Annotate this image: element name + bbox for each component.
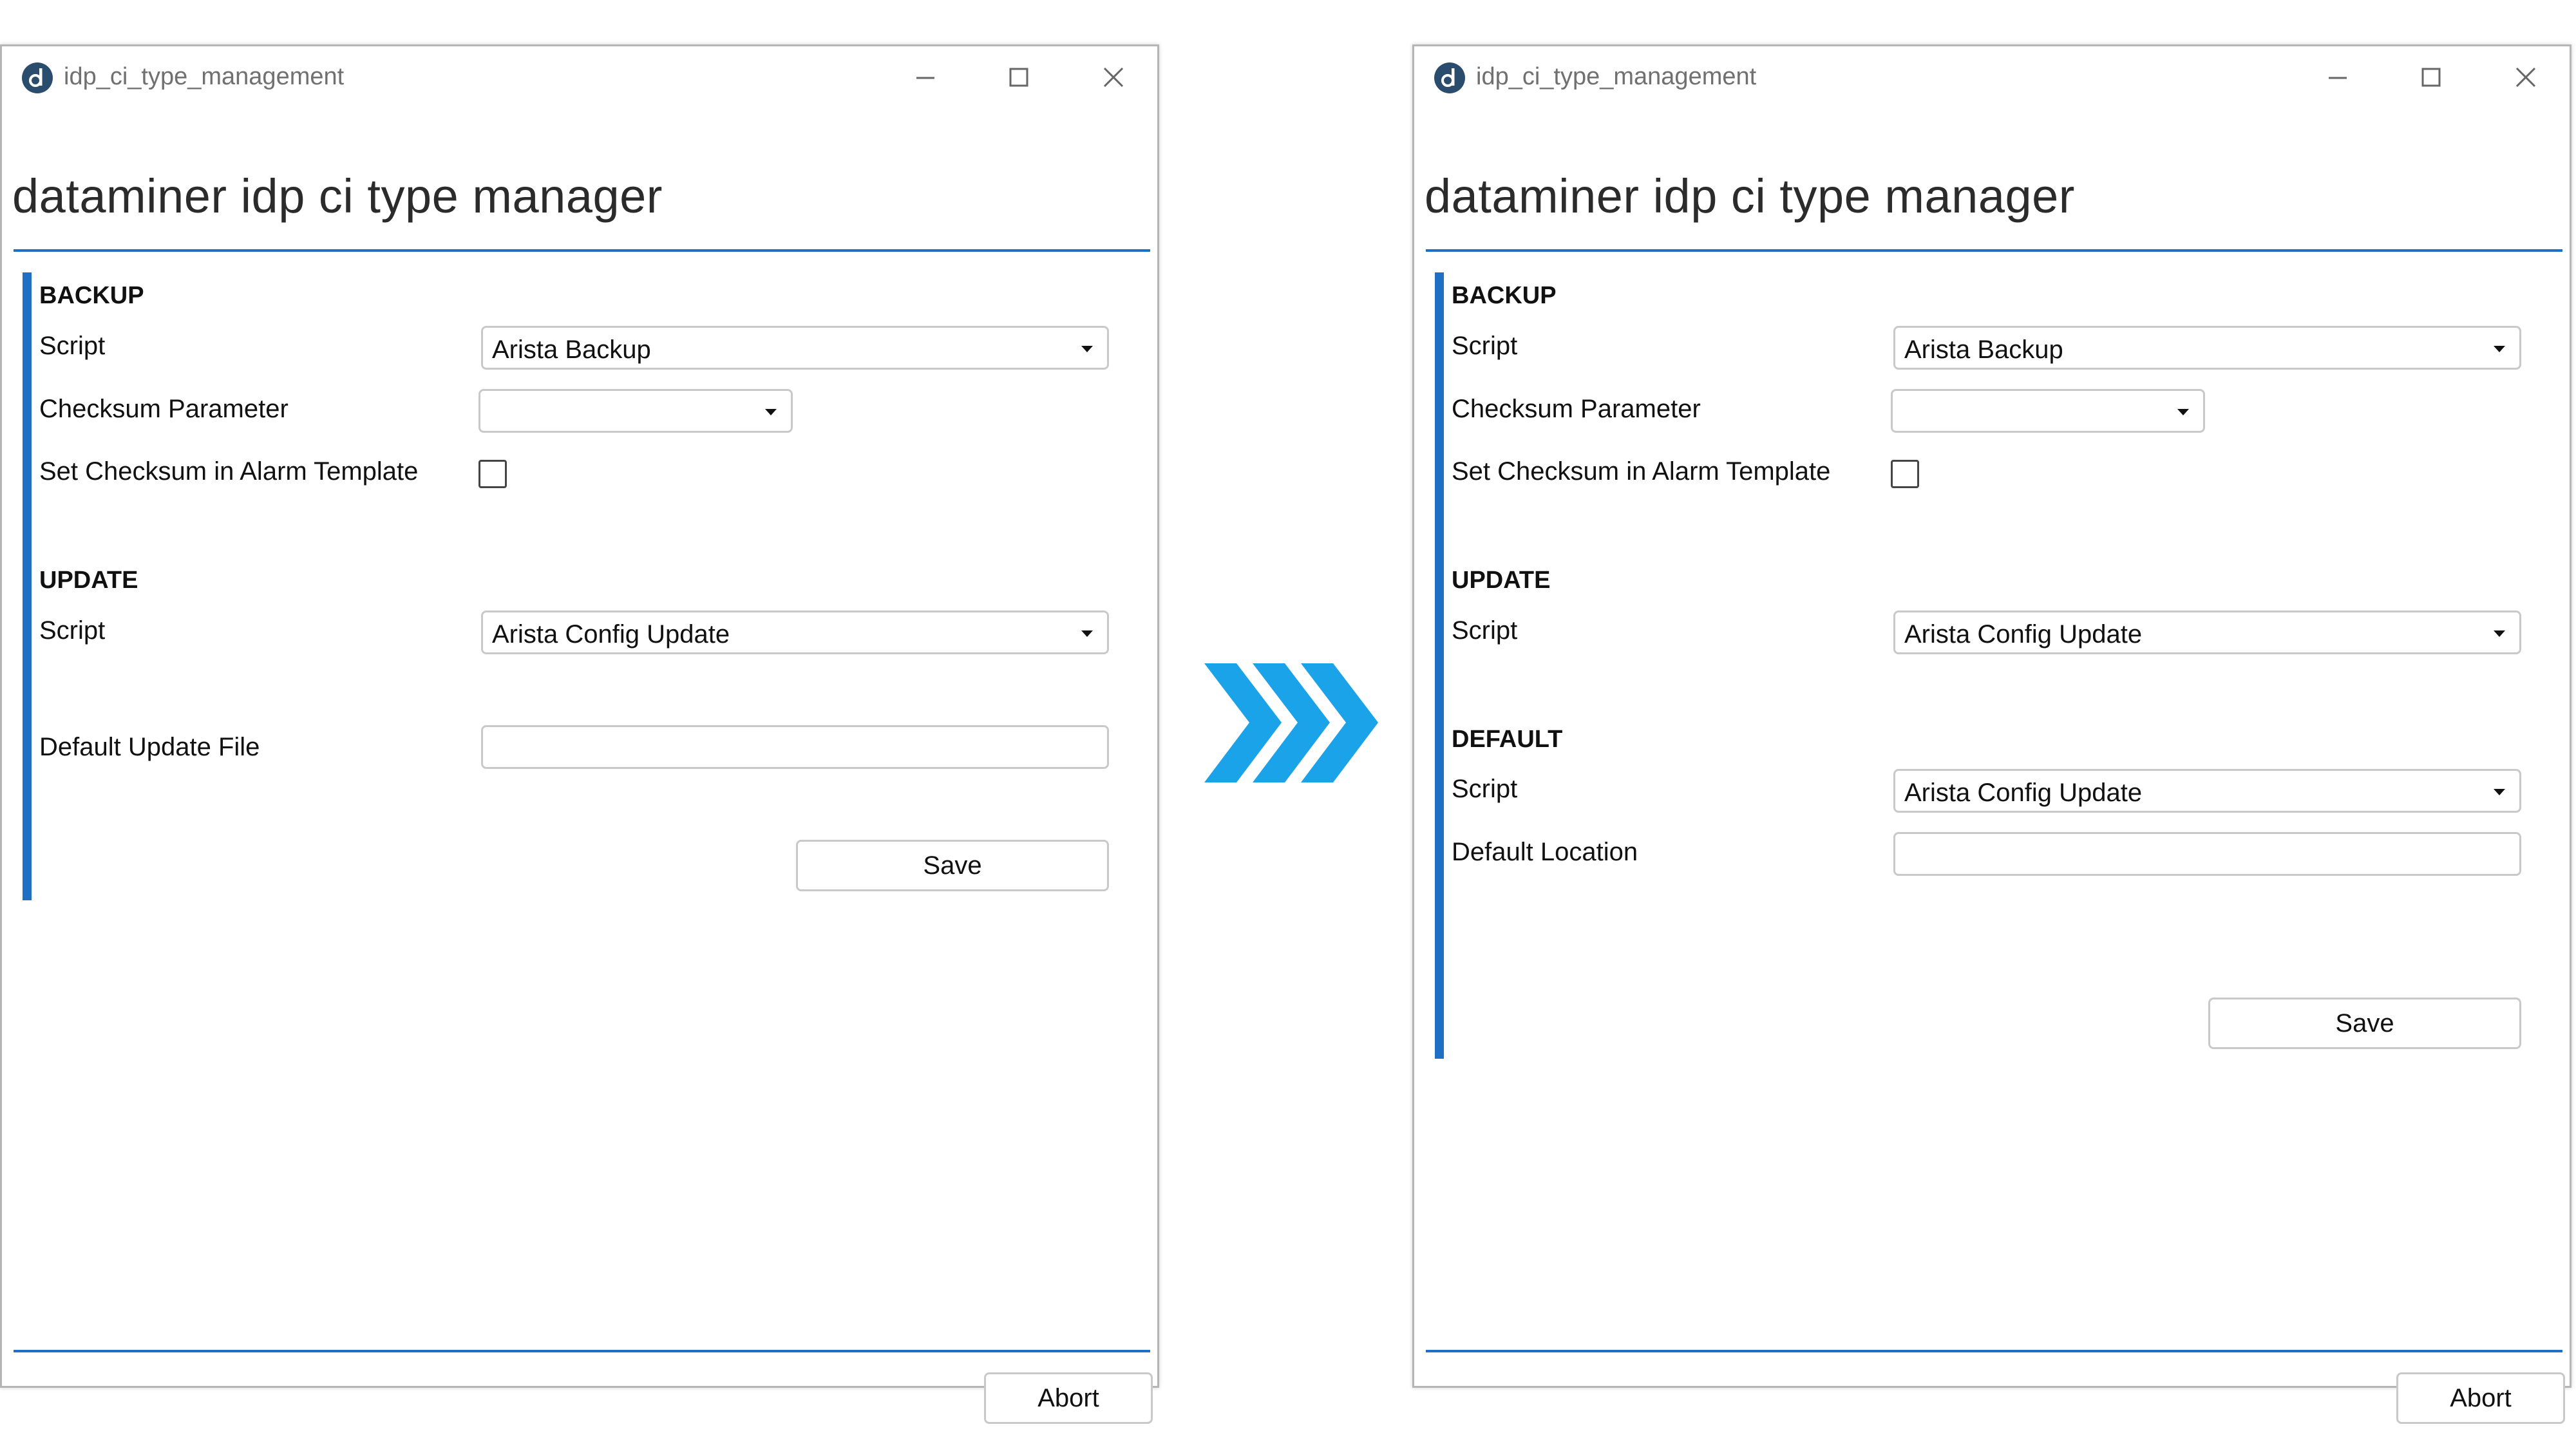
minimize-button[interactable]	[906, 61, 945, 95]
dataminer-logo-icon	[1434, 62, 1465, 93]
section-title-update: UPDATE	[39, 567, 138, 594]
caret-down-icon	[2177, 409, 2189, 415]
section-accent-bar	[1435, 272, 1444, 1059]
backup-script-dropdown[interactable]: Arista Backup	[1893, 326, 2521, 370]
minimize-icon	[2329, 77, 2347, 79]
backup-script-value: Arista Backup	[1904, 336, 2063, 364]
page-title: dataminer idp ci type manager	[1425, 169, 2075, 223]
minimize-button[interactable]	[2318, 61, 2357, 95]
window-title: idp_ci_type_management	[64, 63, 345, 90]
header-divider	[14, 249, 1150, 252]
alarm-template-label: Set Checksum in Alarm Template	[1452, 457, 1831, 486]
maximize-icon	[2421, 68, 2441, 87]
checksum-parameter-dropdown[interactable]	[1891, 389, 2205, 433]
caret-down-icon	[2494, 789, 2505, 795]
checksum-parameter-dropdown[interactable]	[478, 389, 793, 433]
backup-script-value: Arista Backup	[492, 336, 651, 364]
default-location-label: Default Location	[1452, 838, 1638, 866]
update-script-label: Script	[39, 616, 106, 645]
backup-script-label: Script	[39, 332, 106, 360]
alarm-template-checkbox[interactable]	[478, 460, 507, 488]
default-location-input[interactable]	[1893, 832, 2521, 876]
dataminer-logo-icon	[22, 62, 53, 93]
header-divider	[1426, 249, 2562, 252]
save-button[interactable]: Save	[2208, 998, 2521, 1049]
checksum-parameter-label: Checksum Parameter	[39, 395, 289, 423]
alarm-template-checkbox[interactable]	[1891, 460, 1919, 488]
maximize-icon	[1009, 68, 1028, 87]
default-script-label: Script	[1452, 775, 1518, 803]
update-script-label: Script	[1452, 616, 1518, 645]
caret-down-icon	[2494, 346, 2505, 352]
page-title: dataminer idp ci type manager	[12, 169, 663, 223]
backup-script-dropdown[interactable]: Arista Backup	[481, 326, 1109, 370]
dialog-window-after: idp_ci_type_management dataminer idp ci …	[1412, 44, 2571, 1424]
update-script-value: Arista Config Update	[1904, 620, 2143, 649]
minimize-icon	[916, 77, 934, 79]
caret-down-icon	[765, 409, 777, 415]
footer-divider	[14, 1350, 1150, 1352]
section-title-update: UPDATE	[1452, 567, 1551, 594]
caret-down-icon	[1081, 630, 1093, 637]
title-bar[interactable]: idp_ci_type_management	[2, 46, 1157, 111]
alarm-template-label: Set Checksum in Alarm Template	[39, 457, 419, 486]
section-title-default: DEFAULT	[1452, 726, 1563, 753]
default-update-file-label: Default Update File	[39, 733, 260, 761]
backup-script-label: Script	[1452, 332, 1518, 360]
window-title: idp_ci_type_management	[1476, 63, 1757, 90]
close-icon	[2515, 67, 2536, 88]
update-script-dropdown[interactable]: Arista Config Update	[1893, 611, 2521, 654]
close-button[interactable]	[1094, 61, 1133, 95]
abort-button[interactable]: Abort	[984, 1372, 1153, 1424]
section-title-backup: BACKUP	[39, 282, 144, 309]
default-update-file-input[interactable]	[481, 725, 1109, 769]
triple-chevron-right-icon	[1204, 663, 1378, 782]
close-button[interactable]	[2506, 61, 2545, 95]
maximize-button[interactable]	[2412, 61, 2450, 95]
section-accent-bar	[23, 272, 32, 900]
title-bar[interactable]: idp_ci_type_management	[1414, 46, 2570, 111]
default-script-value: Arista Config Update	[1904, 779, 2143, 807]
dialog-window-before: idp_ci_type_management dataminer idp ci …	[0, 44, 1159, 1424]
checksum-parameter-label: Checksum Parameter	[1452, 395, 1701, 423]
update-script-value: Arista Config Update	[492, 620, 730, 649]
footer-divider	[1426, 1350, 2562, 1352]
caret-down-icon	[2494, 630, 2505, 637]
caret-down-icon	[1081, 346, 1093, 352]
update-script-dropdown[interactable]: Arista Config Update	[481, 611, 1109, 654]
abort-button[interactable]: Abort	[2396, 1372, 2565, 1424]
default-script-dropdown[interactable]: Arista Config Update	[1893, 769, 2521, 813]
close-icon	[1103, 67, 1124, 88]
maximize-button[interactable]	[999, 61, 1038, 95]
section-title-backup: BACKUP	[1452, 282, 1557, 309]
save-button[interactable]: Save	[796, 840, 1109, 891]
